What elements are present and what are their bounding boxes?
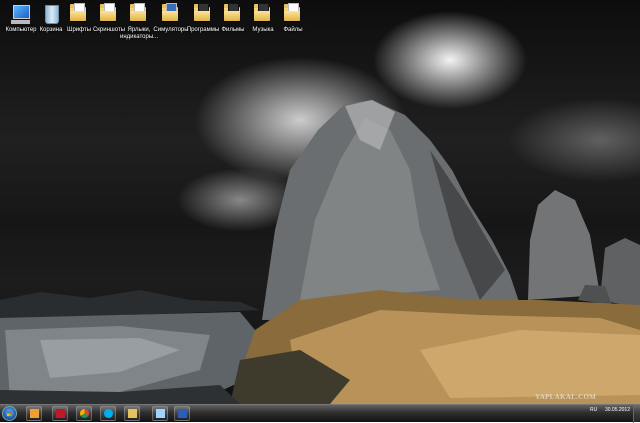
taskbar-button-6[interactable]: [152, 406, 168, 421]
start-button[interactable]: [2, 406, 17, 421]
clock[interactable]: 30.05.2012: [605, 407, 630, 413]
clock-date: 30.05.2012: [604, 407, 630, 413]
taskbar-button-1[interactable]: [26, 406, 42, 421]
show-desktop-button[interactable]: [633, 405, 640, 423]
wallpaper-landscape: [0, 100, 640, 404]
computer-icon: [11, 2, 31, 26]
folder-icon: [161, 2, 181, 26]
word-icon: [178, 409, 187, 418]
folder-icon: [283, 2, 303, 26]
language-indicator[interactable]: RU: [590, 407, 597, 413]
taskbar-button-7[interactable]: [174, 406, 190, 421]
watermark-text: YAPLAKAL.COM: [535, 393, 597, 401]
antivirus-icon: [56, 409, 65, 418]
desktop-icon-10[interactable]: Файлы: [278, 2, 308, 34]
desktop-wallpaper: Компьютер Корзина Шрифты Скриншоты Ярлыки, и…: [0, 0, 640, 404]
folder-icon: [253, 2, 273, 26]
folder-icon: [69, 2, 89, 26]
taskbar-button-5[interactable]: [124, 406, 140, 421]
folder-icon: [99, 2, 119, 26]
desktop-icon-label: Файлы: [283, 27, 303, 33]
explorer-icon: [128, 409, 137, 418]
taskbar-button-4[interactable]: [100, 406, 116, 421]
taskbar: RU 30.05.2012: [0, 404, 640, 423]
chrome-icon: [80, 409, 89, 418]
folder-icon: [129, 2, 149, 26]
recycle-bin-icon: [41, 2, 61, 26]
desktop-icon-6[interactable]: Симуляторы: [153, 2, 189, 34]
system-tray: RU 30.05.2012: [588, 405, 640, 423]
folder-icon: [223, 2, 243, 26]
taskbar-button-3[interactable]: [76, 406, 92, 421]
skype-icon: [104, 409, 113, 418]
media-player-icon: [30, 409, 39, 418]
taskbar-button-2[interactable]: [52, 406, 68, 421]
folder-icon: [193, 2, 213, 26]
desktop-icon-grid: Компьютер Корзина Шрифты Скриншоты Ярлыки, и…: [0, 0, 640, 44]
window-icon: [156, 409, 165, 418]
desktop-icon-5[interactable]: Ярлыки, индикаторы...: [120, 2, 158, 41]
